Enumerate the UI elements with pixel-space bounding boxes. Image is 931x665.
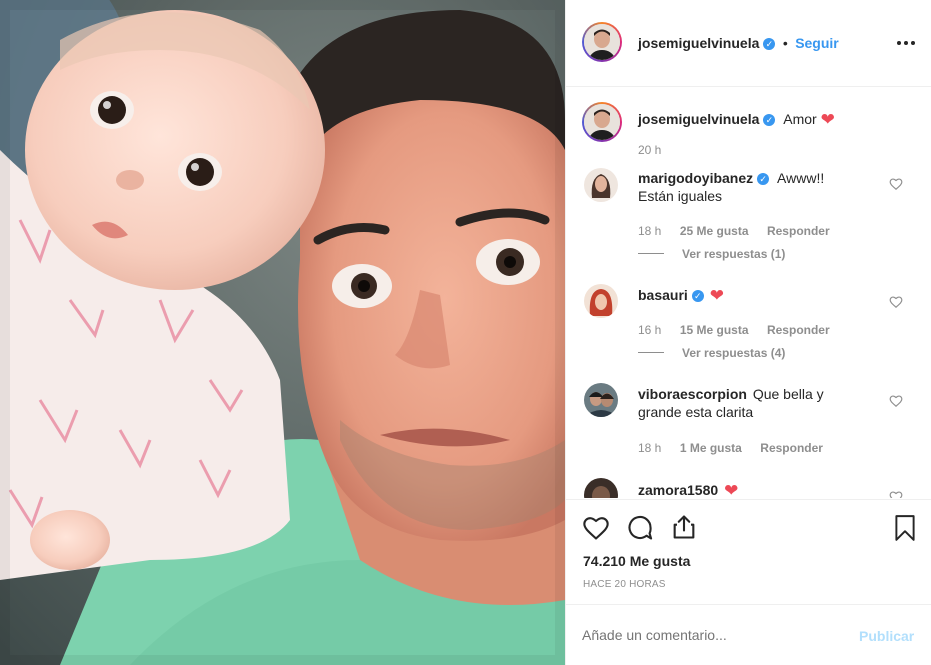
add-comment-bar: Publicar [566, 604, 931, 665]
caption-text: Amor [783, 111, 817, 127]
header-separator: • [782, 35, 788, 51]
post-header: josemiguelvinuela ✓ • Seguir [566, 0, 931, 87]
post-actions: 74.210 Me gusta HACE 20 HORAS [566, 499, 931, 604]
comment-body: marigodoyibanez ✓ Awww!! Están iguales [638, 169, 878, 205]
verified-badge-icon: ✓ [763, 38, 776, 50]
comment-input[interactable] [582, 623, 832, 647]
comment-meta: 16 h 15 Me gusta Responder [638, 321, 830, 339]
more-horizontal-icon[interactable] [894, 33, 918, 53]
comment-text-line2: Están iguales [638, 188, 723, 204]
post-timestamp[interactable]: HACE 20 HORAS [583, 579, 666, 590]
comments-list[interactable]: josemiguelvinuela ✓ Amor ❤ 20 h marigodoy… [566, 88, 931, 498]
red-heart-emoji: ❤ [820, 110, 835, 129]
likes-count[interactable]: 74.210 Me gusta [583, 553, 690, 569]
heart-outline-icon[interactable] [889, 490, 903, 498]
view-replies-button[interactable]: Ver respuestas (4) [682, 346, 785, 360]
comment-avatar-image [584, 383, 618, 417]
bookmark-icon[interactable] [892, 514, 918, 542]
comment-body: zamora1580 ❤ [638, 481, 738, 498]
comment-text: Que bella y [752, 386, 824, 402]
comment-avatar-image [584, 284, 618, 318]
share-icon[interactable] [670, 513, 698, 541]
comment-body: viboraescorpion Que bella y grande esta … [638, 385, 878, 421]
view-replies-button[interactable]: Ver respuestas (1) [682, 247, 785, 261]
comment-meta: 18 h 1 Me gusta Responder [638, 439, 823, 457]
comment-username[interactable]: marigodoyibanez [638, 170, 753, 186]
comment-username[interactable]: zamora1580 [638, 482, 718, 498]
red-heart-emoji: ❤ [709, 286, 724, 305]
reply-button[interactable]: Responder [767, 224, 830, 238]
replies-divider-line [638, 352, 664, 353]
comment-avatar[interactable] [584, 478, 618, 498]
verified-badge-icon: ✓ [757, 173, 770, 185]
comment-avatar[interactable] [584, 168, 618, 202]
comment-avatar-image [584, 168, 618, 202]
verified-badge-icon: ✓ [691, 290, 704, 302]
caption-username[interactable]: josemiguelvinuela [638, 111, 759, 127]
comment-likes[interactable]: 1 Me gusta [680, 441, 742, 455]
view-replies-row[interactable]: Ver respuestas (4) [638, 344, 785, 362]
author-avatar-image [584, 24, 620, 60]
heart-outline-icon[interactable] [889, 295, 903, 309]
comment-body: basauri ✓ ❤ [638, 286, 724, 306]
follow-button[interactable]: Seguir [795, 35, 839, 51]
caption-avatar-image [584, 104, 620, 140]
verified-badge-icon: ✓ [763, 114, 776, 126]
header-author-line: josemiguelvinuela ✓ • Seguir [638, 35, 839, 53]
comment-avatar[interactable] [584, 383, 618, 417]
reply-button[interactable]: Responder [767, 323, 830, 337]
comment-time[interactable]: 18 h [638, 224, 661, 238]
heart-outline-icon[interactable] [889, 177, 903, 191]
comment-bubble-icon[interactable] [626, 514, 654, 542]
author-avatar[interactable] [582, 22, 622, 62]
reply-button[interactable]: Responder [760, 441, 823, 455]
comment-likes[interactable]: 15 Me gusta [680, 323, 749, 337]
caption-avatar[interactable] [582, 102, 622, 142]
comment-username[interactable]: viboraescorpion [638, 386, 747, 402]
post-photo[interactable] [0, 0, 565, 665]
view-replies-row[interactable]: Ver respuestas (1) [638, 245, 785, 263]
comment-time[interactable]: 18 h [638, 441, 661, 455]
comment-avatar[interactable] [584, 284, 618, 318]
publish-button[interactable]: Publicar [859, 628, 914, 644]
comment-meta: 18 h 25 Me gusta Responder [638, 222, 830, 240]
red-heart-emoji: ❤ [724, 481, 739, 498]
comment-likes[interactable]: 25 Me gusta [680, 224, 749, 238]
comment-text-line2: grande esta clarita [638, 404, 754, 420]
comment-username[interactable]: basauri [638, 287, 688, 303]
replies-divider-line [638, 253, 664, 254]
photo-illustration [0, 0, 565, 665]
heart-outline-icon[interactable] [582, 514, 610, 542]
post-side-panel: josemiguelvinuela ✓ • Seguir josemiguelv… [565, 0, 931, 665]
caption-time[interactable]: 20 h [638, 143, 661, 157]
comment-text: Awww!! [777, 170, 825, 186]
author-username[interactable]: josemiguelvinuela [638, 35, 759, 51]
comment-time[interactable]: 16 h [638, 323, 661, 337]
caption: josemiguelvinuela ✓ Amor ❤ [638, 110, 835, 130]
heart-outline-icon[interactable] [889, 394, 903, 408]
comment-avatar-image [584, 478, 618, 498]
